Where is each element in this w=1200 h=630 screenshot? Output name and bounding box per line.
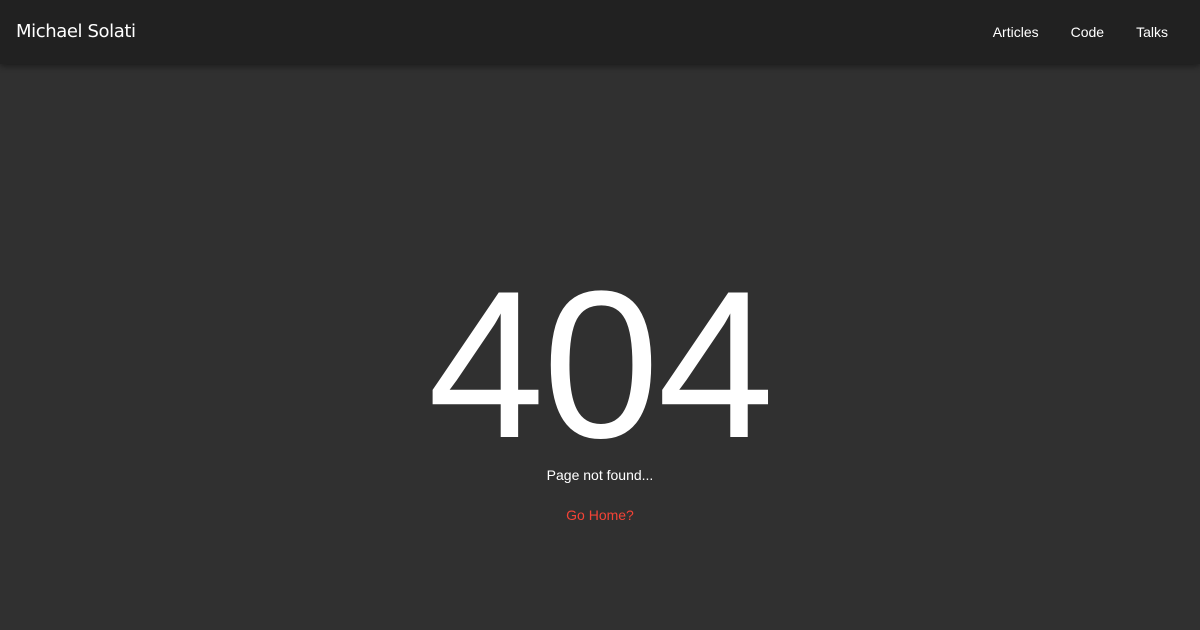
nav-link-articles[interactable]: Articles (977, 14, 1055, 50)
main-nav: Articles Code Talks (977, 0, 1184, 64)
go-home-link[interactable]: Go Home? (550, 505, 650, 525)
not-found-message: Page not found... (546, 467, 654, 483)
not-found-content: 404 Page not found... Go Home? (0, 64, 1200, 630)
nav-link-talks[interactable]: Talks (1120, 14, 1184, 50)
top-app-bar: Michael Solati Articles Code Talks (0, 0, 1200, 64)
site-title-link[interactable]: Michael Solati (16, 0, 136, 64)
nav-link-code[interactable]: Code (1055, 14, 1120, 50)
error-code-heading: 404 (427, 247, 774, 482)
